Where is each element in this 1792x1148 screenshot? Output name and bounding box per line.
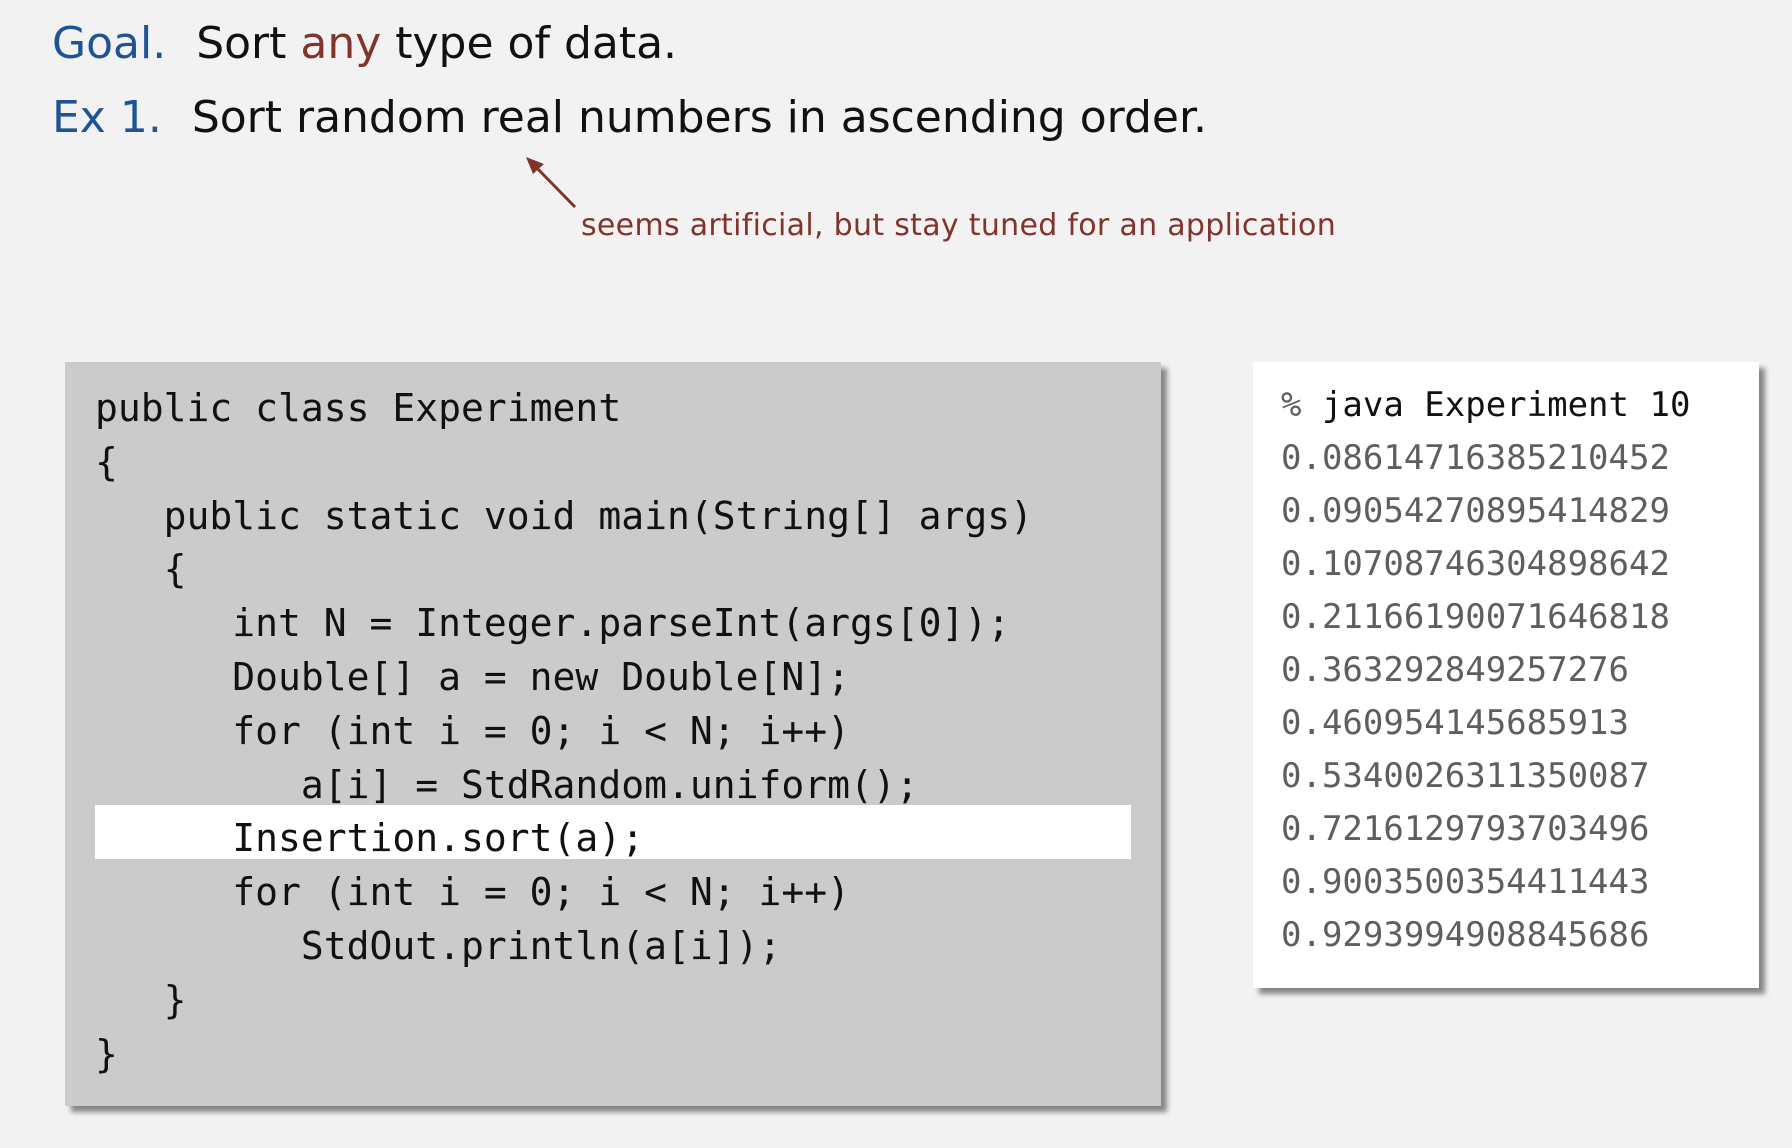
terminal-output-line: 0.21166190071646818	[1281, 597, 1670, 637]
example-statement: Ex 1. Sort random real numbers in ascendi…	[52, 92, 1207, 143]
terminal-output-line: 0.7216129793703496	[1281, 809, 1650, 849]
terminal-output-line: 0.9003500354411443	[1281, 862, 1650, 902]
goal-statement: Goal. Sort any type of data.	[52, 18, 677, 69]
code-listing: public class Experiment { public static v…	[95, 382, 1033, 1081]
terminal-output-line: 0.10708746304898642	[1281, 544, 1670, 584]
goal-text-after: type of data.	[381, 18, 678, 69]
code-line-highlighted: Insertion.sort(a);	[95, 816, 645, 861]
code-panel: public class Experiment { public static v…	[65, 362, 1161, 1106]
code-line: StdOut.println(a[i]);	[95, 923, 782, 968]
terminal-output-line: 0.5340026311350087	[1281, 756, 1650, 796]
terminal-output-line: 0.08614716385210452	[1281, 438, 1670, 478]
terminal-output-line: 0.9293994908845686	[1281, 915, 1650, 955]
annotation-arrow-icon	[526, 157, 577, 209]
code-line: for (int i = 0; i < N; i++)	[95, 708, 850, 753]
goal-label: Goal.	[52, 18, 167, 69]
terminal-output-line: 0.09054270895414829	[1281, 491, 1670, 531]
code-line: int N = Integer.parseInt(args[0]);	[95, 601, 1011, 646]
terminal-output-line: 0.460954145685913	[1281, 703, 1629, 743]
example-text: Sort random real numbers in ascending or…	[191, 92, 1207, 143]
goal-highlight: any	[300, 18, 382, 69]
code-line: {	[95, 439, 118, 484]
terminal-command: java Experiment 10	[1301, 385, 1691, 425]
code-line: a[i] = StdRandom.uniform();	[95, 762, 919, 807]
example-label: Ex 1.	[52, 92, 162, 143]
terminal-panel: % java Experiment 10 0.08614716385210452…	[1253, 362, 1759, 988]
code-line: {	[95, 547, 187, 592]
code-line: Double[] a = new Double[N];	[95, 654, 850, 699]
code-line: }	[95, 977, 187, 1022]
code-line: }	[95, 1031, 118, 1076]
code-line: public static void main(String[] args)	[95, 493, 1033, 538]
terminal-command-line: % java Experiment 10	[1281, 379, 1690, 432]
code-line: for (int i = 0; i < N; i++)	[95, 870, 850, 915]
terminal-output-line: 0.363292849257276	[1281, 650, 1629, 690]
code-line: public class Experiment	[95, 386, 622, 430]
terminal-output-list: % java Experiment 10 0.08614716385210452…	[1281, 379, 1690, 962]
terminal-prompt: %	[1281, 385, 1302, 425]
annotation-note: seems artificial, but stay tuned for an …	[581, 208, 1337, 243]
goal-text-before: Sort	[196, 18, 301, 69]
